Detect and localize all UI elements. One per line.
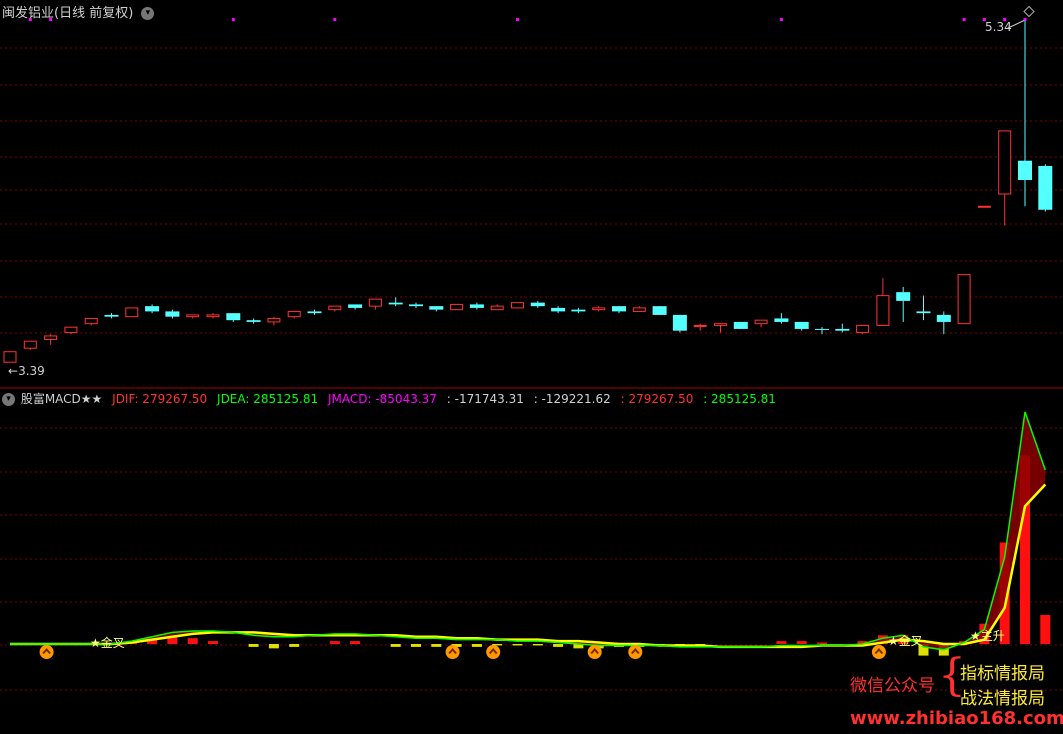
- signal-dot: [49, 18, 53, 21]
- candle-body: [551, 307, 566, 312]
- candle-body: [936, 314, 951, 322]
- up-arrow-icon: [587, 645, 602, 659]
- candle-body: [957, 274, 971, 325]
- macd-histogram-bar: [390, 644, 401, 647]
- macd-histogram-bar: [817, 642, 827, 644]
- candle-body: [592, 307, 606, 311]
- candle-body: [1038, 165, 1053, 210]
- candle-body: [64, 326, 78, 333]
- signal-dot: [516, 18, 519, 21]
- macd-histogram-bar: [268, 644, 279, 649]
- candle-body: [409, 304, 423, 307]
- candle-body: [388, 302, 403, 305]
- up-arrow-icon: [871, 645, 886, 659]
- candle-body: [733, 321, 748, 329]
- candle-body: [307, 311, 322, 314]
- up-arrow-icon: [445, 645, 460, 659]
- diamond-icon: [1023, 5, 1035, 18]
- macd-histogram-bar: [329, 641, 340, 644]
- macd-histogram-bar: [431, 644, 442, 647]
- candle-body: [490, 305, 504, 311]
- candle-body: [1018, 160, 1032, 180]
- candle-body: [165, 311, 180, 317]
- macd-histogram-bar: [248, 644, 259, 647]
- candle-body: [287, 310, 301, 318]
- watermark-url: www.zhibiao168.com: [850, 708, 1063, 729]
- candle-body: [186, 314, 200, 318]
- candle-body: [754, 319, 768, 325]
- candle-body: [794, 321, 809, 329]
- candle-body: [714, 323, 727, 326]
- candle-body: [125, 307, 139, 318]
- candle-body: [774, 318, 789, 322]
- rise-signal: ★主升: [970, 629, 1005, 643]
- signal-dot: [28, 18, 32, 21]
- candle-body: [530, 302, 545, 307]
- candle-body: [469, 304, 484, 308]
- up-arrow-icon: [628, 645, 643, 659]
- candle-body: [44, 335, 58, 340]
- dea-line: [10, 483, 1047, 649]
- chart-canvas[interactable]: [0, 0, 1063, 734]
- candle-body: [104, 314, 119, 317]
- signal-dot: [231, 18, 235, 21]
- candle-body: [328, 305, 342, 311]
- candle-body: [348, 304, 363, 308]
- signal-dot: [333, 18, 337, 21]
- candle-body: [267, 317, 281, 323]
- macd-histogram-bar: [411, 644, 421, 647]
- candle-body: [511, 302, 524, 309]
- watermark-line1: 指标情报局: [960, 664, 1045, 684]
- macd-histogram-bar: [512, 644, 523, 646]
- signal-dot: [779, 18, 783, 21]
- macd-histogram-bar: [776, 641, 787, 644]
- candle-body: [835, 328, 850, 331]
- low-price-label: ←3.39: [8, 364, 45, 378]
- macd-histogram-bar: [532, 644, 543, 646]
- high-price-label: 5.34: [985, 20, 1012, 34]
- candle-body: [998, 130, 1012, 195]
- macd-histogram-bar: [208, 641, 218, 644]
- watermark-line2: 战法情报局: [960, 689, 1045, 709]
- candle-body: [84, 317, 98, 325]
- macd-band: [10, 412, 1046, 650]
- macd-histogram-bar: [1040, 615, 1051, 644]
- signal-dot: [962, 18, 966, 21]
- candle-body: [429, 306, 444, 310]
- macd-histogram-bar: [553, 644, 564, 647]
- candle-body: [368, 298, 382, 307]
- candle-body: [896, 292, 911, 301]
- candle-body: [672, 314, 687, 331]
- candle-body: [206, 314, 220, 318]
- up-arrow-icon: [486, 645, 501, 659]
- macd-histogram-bar: [187, 638, 198, 644]
- candle-body: [652, 306, 667, 315]
- golden-cross-signal: ★金叉: [90, 636, 125, 650]
- candle-body: [856, 324, 870, 333]
- candle-body: [876, 295, 890, 326]
- macd-histogram-bar: [350, 641, 361, 644]
- candle-body: [450, 303, 464, 311]
- candle-body: [246, 320, 261, 322]
- macd-histogram-bar: [289, 644, 300, 647]
- candle-body: [916, 311, 931, 314]
- watermark-wechat: 微信公众号: [850, 676, 935, 696]
- candle-body: [3, 351, 17, 363]
- golden-cross-signal: ★金叉: [888, 634, 923, 648]
- candle-body: [612, 306, 626, 312]
- macd-histogram-bar: [471, 644, 482, 647]
- macd-histogram-bar: [796, 641, 807, 644]
- candle-body: [571, 309, 586, 312]
- candle-body: [145, 306, 160, 312]
- candle-body: [815, 328, 829, 330]
- candle-body: [226, 313, 241, 321]
- candle-body: [632, 307, 646, 312]
- candle-body: [23, 340, 37, 349]
- low-price-value: 3.39: [18, 364, 45, 378]
- up-arrow-icon: [39, 645, 54, 659]
- candle-body: [693, 324, 707, 327]
- candle-body: [977, 205, 991, 208]
- dif-line: [10, 411, 1047, 651]
